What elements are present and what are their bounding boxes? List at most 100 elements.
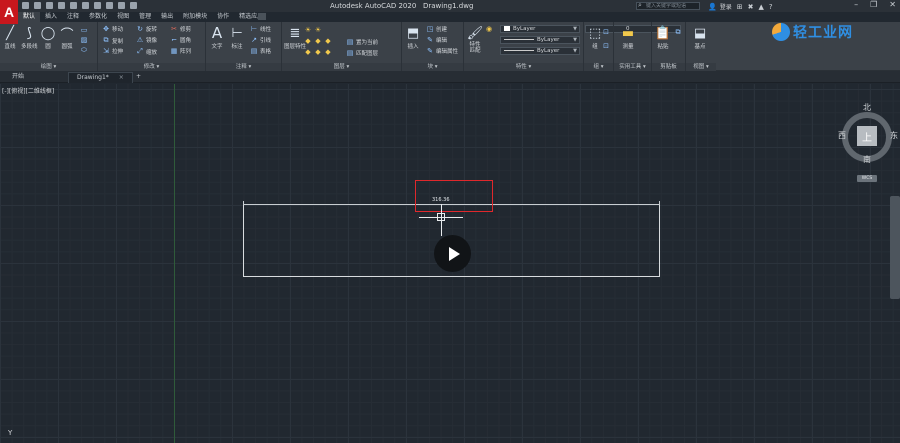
polyline-tool[interactable]: ⟆ 多段线 — [21, 25, 38, 51]
layer-state-icons[interactable]: ☀ ☀ — [304, 26, 322, 34]
wcs-menu[interactable]: WCS — [857, 175, 877, 182]
qat-dropdown-icon[interactable] — [130, 2, 137, 9]
scale-icon: ⤢ — [137, 47, 143, 55]
rectangle-tool[interactable]: ▭ — [80, 26, 88, 34]
draw-group-title[interactable]: 绘图 ▾ — [0, 63, 97, 71]
text-tool[interactable]: A 文字 — [209, 24, 225, 50]
properties-group-title[interactable]: 特性 ▾ — [464, 63, 583, 71]
close-icon[interactable]: ✕ — [889, 0, 896, 9]
paste-tool[interactable]: 📋 粘贴 — [655, 25, 671, 51]
compass-north[interactable]: 北 — [863, 102, 871, 113]
tab-parametric[interactable]: 参数化 — [84, 12, 112, 22]
table-tool[interactable]: ▤ 表格 — [250, 47, 271, 55]
create-block-tool[interactable]: ◳ 创建 — [426, 25, 447, 33]
base-point-tool[interactable]: ⬓ 基点 — [692, 25, 708, 51]
rotate-tool[interactable]: ↻ 旋转 — [136, 25, 157, 33]
tab-output[interactable]: 输出 — [156, 12, 178, 22]
edit-attributes-tool[interactable]: ✎ 编辑属性 — [426, 47, 458, 55]
layer-tools-row2[interactable]: ◆ ◆ ◆ — [304, 48, 332, 56]
a360-icon[interactable]: ▲ — [758, 3, 763, 11]
scale-tool[interactable]: ⤢ 缩放 — [136, 47, 157, 56]
clipboard-group-title[interactable]: 剪贴板 — [652, 63, 685, 71]
edit-block-tool[interactable]: ✎ 编辑 — [426, 36, 447, 44]
play-button[interactable] — [434, 235, 471, 272]
exchange-icon[interactable]: ✖ — [748, 3, 754, 11]
compass-east[interactable]: 东 — [890, 130, 898, 141]
ungroup-tool[interactable]: ⊡ — [602, 28, 610, 36]
leader-tool[interactable]: ↗ 引线 — [250, 36, 271, 44]
share-icon[interactable] — [118, 2, 125, 9]
copy-tool[interactable]: ⧉ 复制 — [102, 36, 124, 45]
insert-block-tool[interactable]: ⬒ 插入 — [405, 25, 421, 51]
save-as-icon[interactable] — [58, 2, 65, 9]
cart-icon[interactable]: ⊞ — [737, 3, 743, 11]
group-edit-tool[interactable]: ⊡ — [602, 42, 610, 50]
linetype-dropdown[interactable]: ByLayer ▼ — [500, 36, 580, 44]
tab-addins[interactable]: 附加模块 — [178, 12, 212, 22]
tab-start[interactable]: 开始 — [4, 72, 32, 83]
viewcube[interactable]: 上 北 南 西 东 — [838, 102, 898, 165]
open-icon[interactable] — [34, 2, 41, 9]
restore-icon[interactable]: ❐ — [870, 0, 877, 9]
print-icon[interactable] — [82, 2, 89, 9]
minimize-icon[interactable]: – — [854, 0, 858, 9]
lineweight-dropdown[interactable]: ByLayer ▼ — [500, 47, 580, 55]
save-icon[interactable] — [46, 2, 53, 9]
ellipse-tool[interactable]: ⬭ — [80, 46, 88, 55]
view-group-title[interactable]: 视图 ▾ — [686, 63, 716, 71]
tab-drawing1[interactable]: Drawing1* × — [68, 72, 133, 83]
web-mobile-icon[interactable] — [70, 2, 77, 9]
color-dropdown[interactable]: ByLayer ▼ — [500, 25, 580, 33]
tab-annotate[interactable]: 注释 — [62, 12, 84, 22]
new-icon[interactable] — [22, 2, 29, 9]
tab-home[interactable]: 默认 — [18, 12, 41, 22]
new-tab-button[interactable]: + — [128, 72, 149, 83]
trim-tool[interactable]: ✂ 修剪 — [170, 25, 191, 33]
move-tool[interactable]: ✥ 移动 — [102, 25, 123, 33]
viewcube-top-face[interactable]: 上 — [857, 126, 877, 146]
line-tool[interactable]: ╱ 直线 — [2, 25, 18, 51]
dimension-tool[interactable]: ⊢ 标注 — [229, 25, 245, 51]
layer-properties-tool[interactable]: ≣ 图层特性 — [284, 25, 306, 51]
viewport-controls[interactable]: [-][俯视][二维线框] — [2, 86, 54, 95]
login-link[interactable]: 登录 — [720, 2, 732, 11]
navigation-bar[interactable] — [890, 196, 900, 299]
tab-collaborate[interactable]: 协作 — [212, 12, 234, 22]
modify-group-title[interactable]: 修改 ▾ — [98, 63, 205, 71]
tab-insert[interactable]: 插入 — [40, 12, 62, 22]
measure-tool[interactable]: ▬ 测量 — [620, 25, 636, 51]
palette-icon-btn[interactable]: ◉ — [485, 25, 493, 33]
undo-icon[interactable] — [94, 2, 101, 9]
hatch-tool[interactable]: ▨ — [80, 36, 88, 44]
compass-south[interactable]: 南 — [863, 154, 871, 165]
copy-clip-tool[interactable]: ⧉ — [674, 28, 682, 37]
linear-dim-tool[interactable]: ⊢ 线性 — [250, 25, 271, 33]
user-icon[interactable]: 👤 — [708, 3, 717, 11]
drawing-canvas[interactable]: [-][俯视][二维线框] 316.36 Y — [0, 84, 900, 443]
utilities-group-title[interactable]: 实用工具 ▾ — [614, 63, 651, 71]
arc-tool[interactable]: ⌒ 圆弧 — [59, 25, 75, 51]
redo-icon[interactable] — [106, 2, 113, 9]
make-current-tool[interactable]: ▤ 置为当前 — [346, 38, 378, 46]
tab-manage[interactable]: 管理 — [134, 12, 156, 22]
close-tab-icon[interactable]: × — [119, 74, 124, 81]
compass-west[interactable]: 西 — [838, 130, 846, 141]
annotation-group-title[interactable]: 注释 ▾ — [206, 63, 281, 71]
block-group-title[interactable]: 块 ▾ — [402, 63, 463, 71]
fillet-tool[interactable]: ⌐ 圆角 — [170, 36, 191, 44]
match-layer-tool[interactable]: ▤ 匹配图层 — [346, 49, 378, 57]
group-tool[interactable]: ⬚ 组 — [587, 25, 603, 51]
app-menu-button[interactable]: A — [0, 0, 18, 24]
stretch-tool[interactable]: ⇲ 拉伸 — [102, 47, 123, 55]
help-icon[interactable]: ? — [769, 3, 773, 11]
array-tool[interactable]: ▦ 阵列 — [170, 47, 191, 55]
layer-tools-row1[interactable]: ◆ ◆ ◆ — [304, 37, 332, 45]
groups-group-title[interactable]: 组 ▾ — [584, 63, 613, 71]
ribbon-toggle-icon[interactable] — [258, 13, 266, 20]
tab-view[interactable]: 视图 — [112, 12, 134, 22]
layers-group-title[interactable]: 图层 ▾ — [282, 63, 401, 71]
match-properties-tool[interactable]: 🖌 特性匹配 — [467, 25, 484, 55]
circle-tool[interactable]: ◯ 圆 — [40, 25, 56, 51]
search-input[interactable]: 键入关键字或短语 — [636, 2, 700, 10]
mirror-tool[interactable]: ⚠ 镜像 — [136, 36, 157, 44]
